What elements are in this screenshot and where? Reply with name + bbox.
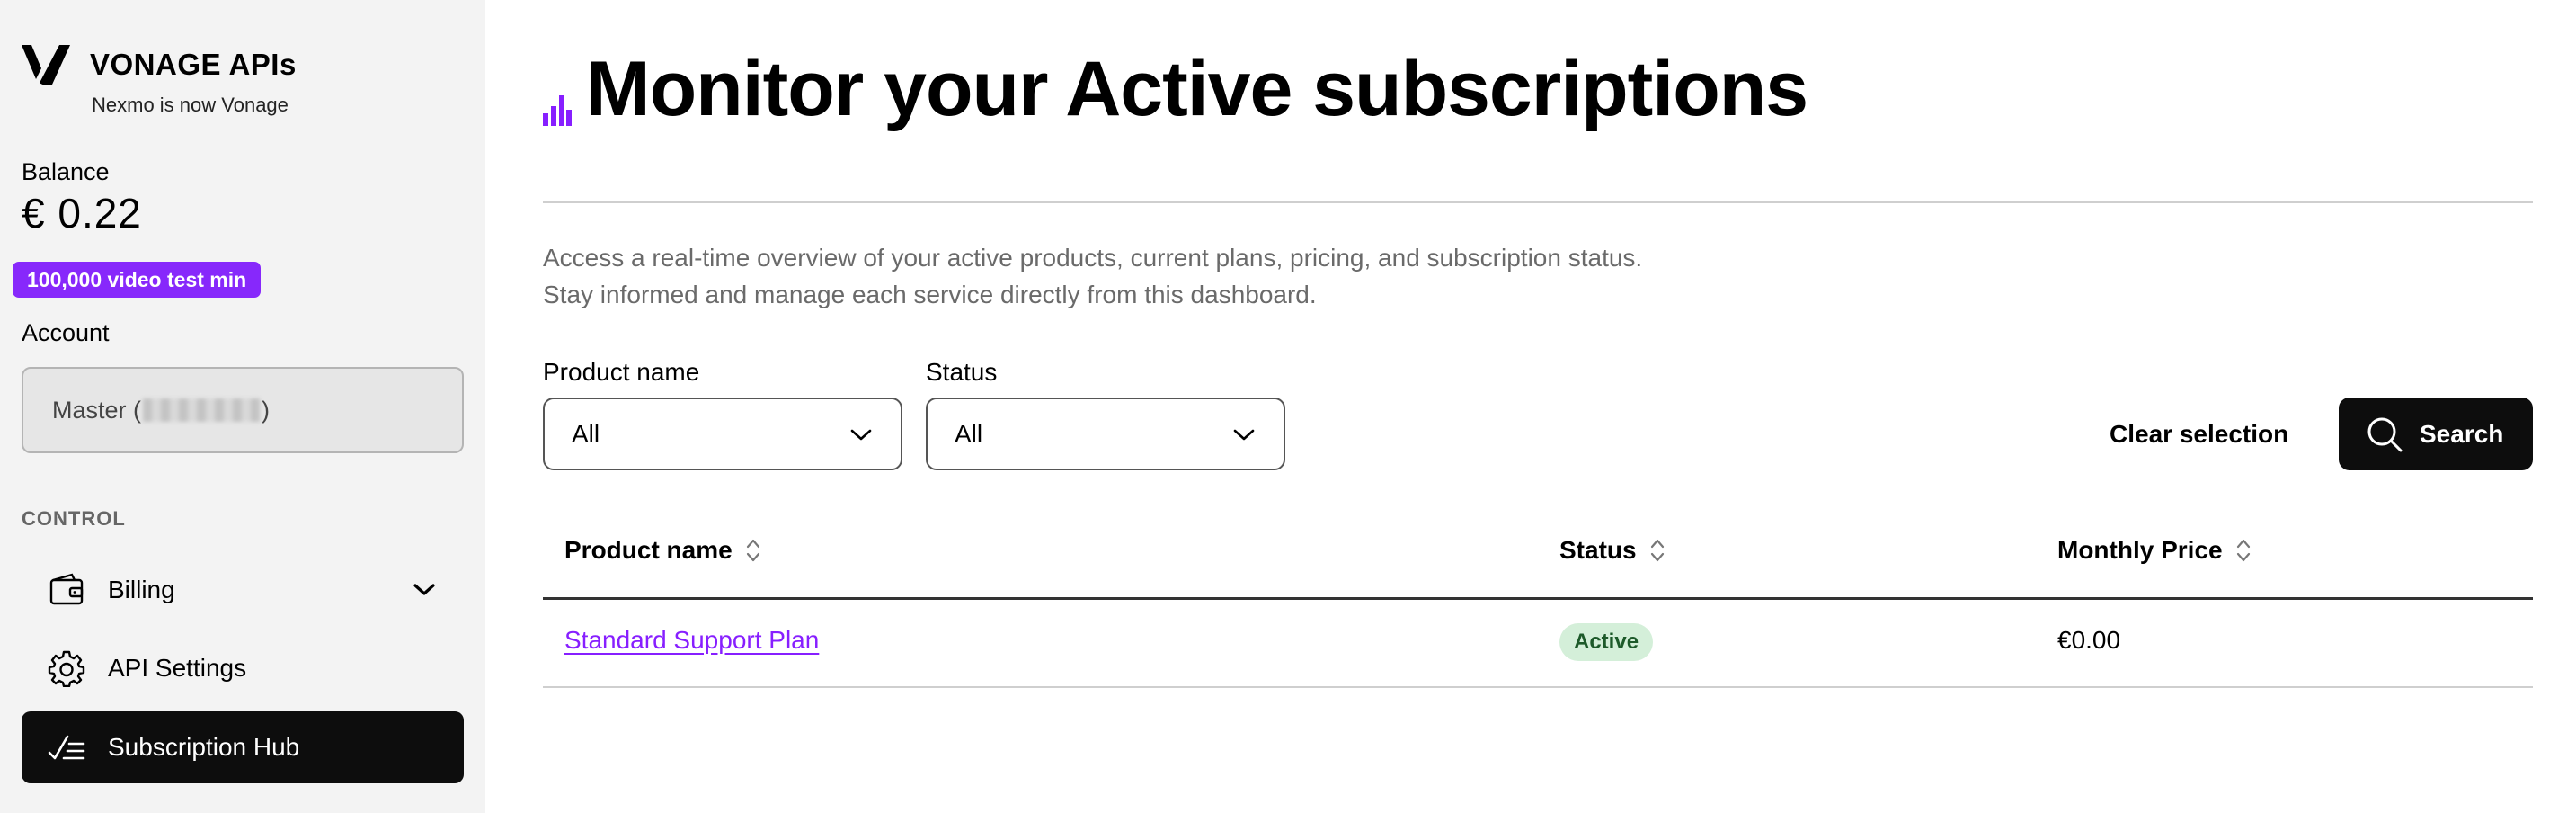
monthly-price-cell: €0.00 — [2057, 626, 2121, 654]
gear-icon — [47, 648, 86, 688]
column-header-product-name[interactable]: Product name — [564, 536, 761, 565]
sort-icon — [2236, 539, 2250, 562]
sidebar: VONAGE APIs Nexmo is now Vonage Balance … — [0, 0, 485, 813]
checklist-icon — [47, 728, 86, 767]
section-label-control: CONTROL — [22, 507, 126, 530]
column-header-status[interactable]: Status — [1559, 536, 1666, 565]
promo-badge: 100,000 video test min — [13, 262, 262, 298]
search-icon — [2367, 417, 2403, 452]
chevron-down-icon — [850, 429, 872, 441]
product-filter-label: Product name — [543, 358, 700, 386]
sort-icon — [1650, 539, 1664, 562]
column-header-label: Status — [1559, 536, 1637, 564]
sidebar-item-api-settings[interactable]: API Settings — [22, 632, 464, 704]
description-line: Stay informed and manage each service di… — [543, 281, 1317, 308]
status-filter-select[interactable]: All — [926, 398, 1285, 470]
vonage-logo-icon — [22, 45, 70, 85]
status-filter-label: Status — [926, 358, 998, 386]
wallet-icon — [47, 570, 86, 610]
search-button[interactable]: Search — [2339, 398, 2533, 470]
column-header-label: Product name — [564, 536, 733, 564]
description-line: Access a real-time overview of your acti… — [543, 244, 1643, 272]
brand[interactable]: VONAGE APIs — [22, 43, 297, 86]
sidebar-item-subscription-hub[interactable]: Subscription Hub — [22, 711, 464, 783]
page-title: Monitor your Active subscriptions — [586, 46, 1808, 132]
account-suffix: ) — [262, 396, 271, 424]
sidebar-item-billing[interactable]: Billing — [22, 554, 464, 626]
column-header-monthly-price[interactable]: Monthly Price — [2057, 536, 2252, 565]
table-header-divider — [543, 597, 2533, 600]
redacted-account-id — [143, 398, 261, 422]
balance-label: Balance — [22, 158, 110, 185]
sidebar-item-label: Billing — [108, 576, 175, 603]
clear-selection-button[interactable]: Clear selection — [2110, 398, 2288, 470]
main-content: Monitor your Active subscriptions Access… — [543, 0, 2533, 813]
title-divider — [543, 201, 2533, 203]
account-select[interactable]: Master () — [22, 367, 464, 453]
brand-subtitle: Nexmo is now Vonage — [92, 94, 289, 116]
chevron-down-icon[interactable] — [412, 577, 437, 603]
sidebar-item-label: Subscription Hub — [108, 733, 300, 761]
status-badge: Active — [1559, 623, 1654, 661]
sort-icon — [746, 539, 759, 562]
account-prefix: Master ( — [52, 396, 142, 424]
balance-value: € 0.22 — [22, 190, 142, 237]
product-link[interactable]: Standard Support Plan — [564, 626, 819, 655]
chevron-down-icon — [1233, 429, 1255, 441]
search-button-label: Search — [2420, 419, 2504, 448]
brand-name: VONAGE APIs — [90, 48, 297, 81]
page-description: Access a real-time overview of your acti… — [543, 239, 1642, 313]
product-filter-value: All — [572, 419, 600, 448]
table-row-divider — [543, 686, 2533, 688]
status-filter-value: All — [955, 419, 983, 448]
column-header-label: Monthly Price — [2057, 536, 2223, 564]
account-label: Account — [22, 319, 110, 346]
bar-chart-icon — [543, 95, 572, 126]
sidebar-item-label: API Settings — [108, 654, 247, 682]
product-filter-select[interactable]: All — [543, 398, 902, 470]
